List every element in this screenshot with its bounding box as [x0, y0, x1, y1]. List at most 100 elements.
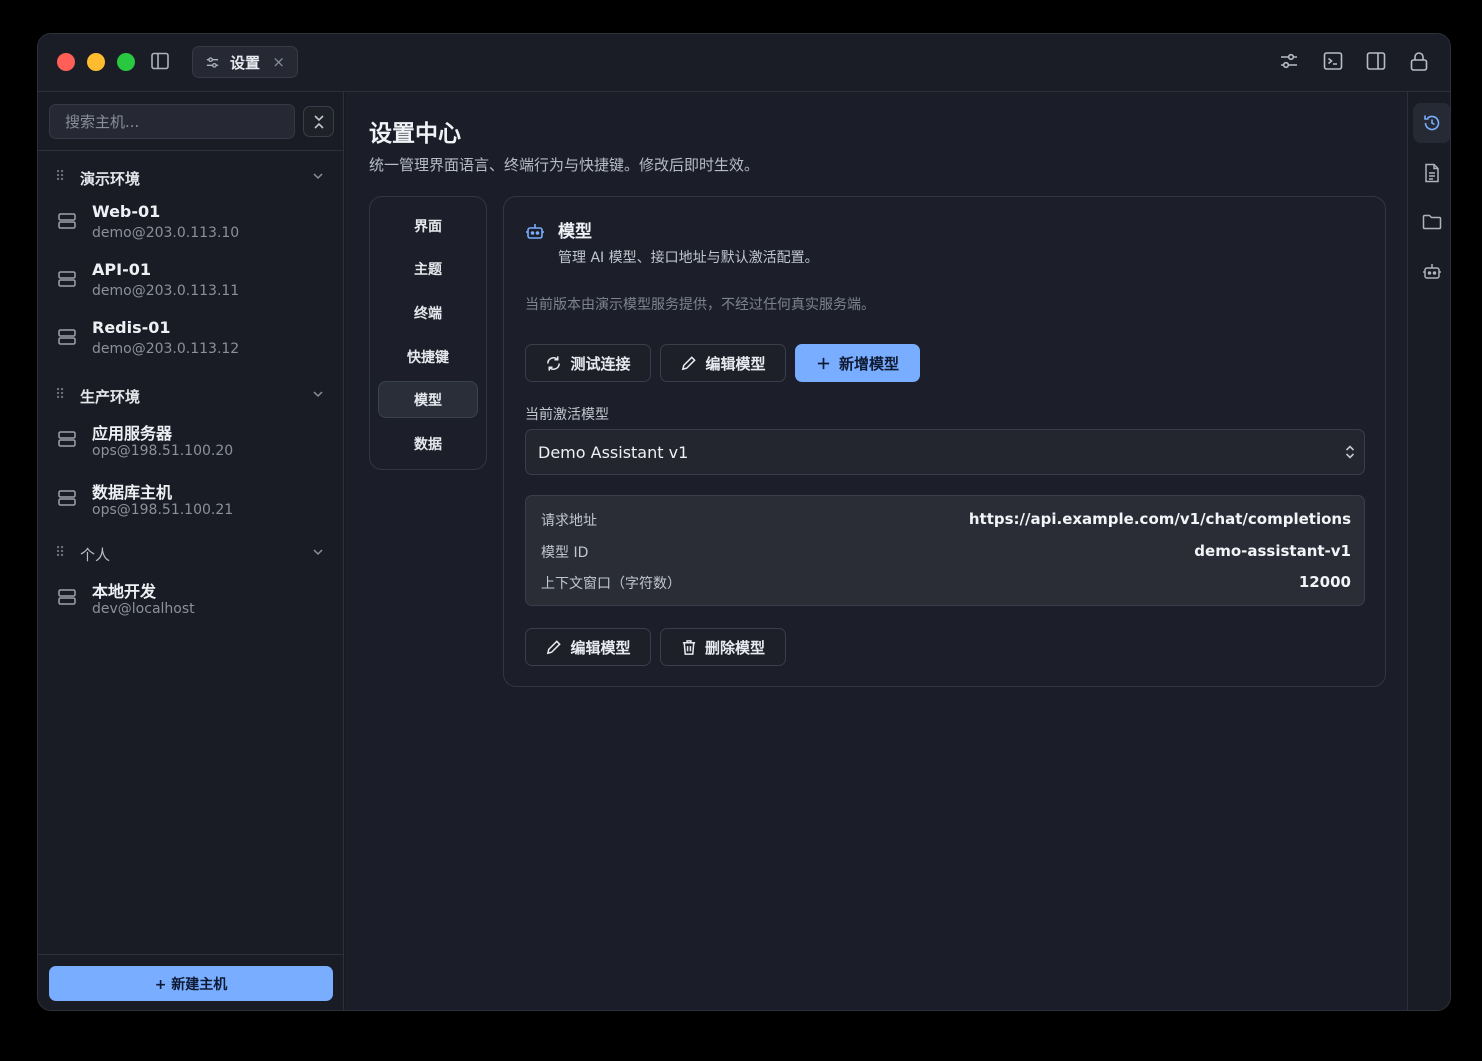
document-icon: [1425, 163, 1439, 183]
server-icon: [58, 431, 76, 447]
button-label: 编辑模型: [705, 354, 766, 373]
host-search[interactable]: [49, 104, 295, 139]
info-value: 12000: [1298, 573, 1351, 591]
info-value: demo-assistant-v1: [1194, 542, 1351, 560]
active-model-select[interactable]: Demo Assistant v1: [525, 429, 1365, 475]
card-title: 模型: [558, 222, 592, 242]
host-item[interactable]: 本地开发 dev@localhost: [38, 576, 344, 626]
model-settings-card: 模型 管理 AI 模型、接口地址与默认激活配置。 当前版本由演示模型服务提供，不…: [503, 196, 1386, 687]
server-icon: [58, 271, 76, 287]
maximize-window-button[interactable]: [117, 53, 135, 71]
collapse-icon: [313, 114, 324, 129]
right-rail: [1407, 92, 1450, 1010]
pencil-icon: [547, 639, 562, 654]
collapse-all-button[interactable]: [303, 106, 334, 137]
button-label: 新增模型: [838, 354, 899, 373]
sidebar-divider: [38, 150, 344, 151]
button-label: 测试连接: [570, 354, 631, 373]
host-name: Web-01: [92, 202, 161, 221]
nav-item-shortcuts[interactable]: 快捷键: [378, 338, 478, 375]
chevron-down-icon[interactable]: [311, 387, 325, 401]
split-panel-icon[interactable]: [1365, 50, 1387, 72]
info-key: 上下文窗口（字符数）: [541, 576, 681, 592]
host-name: Redis-01: [92, 318, 171, 337]
nav-item-theme[interactable]: 主题: [378, 250, 478, 287]
host-address: ops@198.51.100.20: [92, 443, 234, 459]
page-subtitle: 统一管理界面语言、终端行为与快捷键。修改后即时生效。: [369, 156, 760, 174]
host-item[interactable]: API-01 demo@203.0.113.11: [38, 258, 344, 308]
host-address: demo@203.0.113.12: [92, 341, 240, 357]
refresh-icon: [547, 355, 561, 371]
nav-item-model[interactable]: 模型: [378, 381, 478, 418]
group-title: 个人: [80, 546, 111, 564]
terminal-icon[interactable]: [1322, 50, 1344, 72]
server-icon: [58, 490, 76, 506]
host-item[interactable]: 数据库主机 ops@198.51.100.21: [38, 477, 344, 527]
card-subtitle: 管理 AI 模型、接口地址与默认激活配置。: [558, 250, 819, 266]
settings-sliders-icon: [206, 56, 219, 68]
card-note: 当前版本由演示模型服务提供，不经过任何真实服务端。: [525, 297, 875, 313]
add-model-button[interactable]: 新增模型: [795, 344, 920, 382]
group-title: 生产环境: [80, 388, 141, 406]
folder-icon: [1422, 214, 1442, 230]
history-button[interactable]: [1413, 103, 1450, 143]
group-header-demo[interactable]: ⠿ 演示环境: [38, 166, 344, 190]
edit-model-button-secondary[interactable]: 编辑模型: [525, 628, 651, 666]
host-name: 应用服务器: [92, 424, 173, 443]
nav-item-data[interactable]: 数据: [378, 425, 478, 462]
chevron-down-icon[interactable]: [311, 169, 325, 183]
test-connection-button[interactable]: 测试连接: [525, 344, 651, 382]
host-address: ops@198.51.100.21: [92, 502, 234, 518]
trash-icon: [682, 639, 696, 655]
drag-handle-icon[interactable]: ⠿: [55, 169, 65, 185]
host-address: dev@localhost: [92, 601, 195, 617]
sidebar-toggle-icon[interactable]: [150, 51, 170, 71]
info-value: https://api.example.com/v1/chat/completi…: [968, 510, 1351, 528]
search-input[interactable]: [65, 112, 294, 131]
info-row: 请求地址 https://api.example.com/v1/chat/com…: [541, 510, 1351, 532]
chevron-down-icon[interactable]: [311, 545, 325, 559]
delete-model-button[interactable]: 删除模型: [660, 628, 786, 666]
tab-close-icon[interactable]: ×: [272, 53, 285, 71]
close-window-button[interactable]: [57, 53, 75, 71]
nav-item-interface[interactable]: 界面: [378, 207, 478, 244]
new-host-button[interactable]: + 新建主机: [49, 966, 333, 1001]
ai-assistant-button[interactable]: [1413, 251, 1450, 291]
history-icon: [1424, 115, 1440, 131]
model-info-panel: 请求地址 https://api.example.com/v1/chat/com…: [525, 495, 1365, 606]
page-title: 设置中心: [369, 121, 461, 147]
lock-icon[interactable]: [1408, 50, 1430, 72]
info-row: 上下文窗口（字符数） 12000: [541, 573, 1351, 595]
host-address: demo@203.0.113.11: [92, 283, 240, 299]
host-name: 本地开发: [92, 582, 157, 601]
minimize-window-button[interactable]: [87, 53, 105, 71]
server-icon: [58, 213, 76, 229]
plus-icon: [817, 357, 830, 369]
host-item[interactable]: 应用服务器 ops@198.51.100.20: [38, 418, 344, 468]
tab-label: 设置: [230, 53, 261, 72]
host-address: demo@203.0.113.10: [92, 225, 240, 241]
tab-settings[interactable]: 设置 ×: [192, 46, 298, 78]
host-item[interactable]: Redis-01 demo@203.0.113.12: [38, 316, 344, 366]
app-window: 设置 × ⠿ 演示环境: [37, 33, 1451, 1011]
button-label: 编辑模型: [570, 638, 631, 657]
host-item[interactable]: Web-01 demo@203.0.113.10: [38, 200, 344, 250]
titlebar: 设置 ×: [38, 34, 1450, 92]
select-value: Demo Assistant v1: [538, 442, 689, 462]
host-name: 数据库主机: [92, 483, 173, 502]
info-row: 模型 ID demo-assistant-v1: [541, 542, 1351, 564]
folder-button[interactable]: [1413, 202, 1450, 242]
edit-model-button[interactable]: 编辑模型: [660, 344, 786, 382]
group-header-production[interactable]: ⠿ 生产环境: [38, 384, 344, 408]
settings-sliders-icon[interactable]: [1278, 50, 1300, 72]
sidebar-footer-divider: [38, 954, 344, 955]
nav-item-terminal[interactable]: 终端: [378, 294, 478, 331]
server-icon: [58, 589, 76, 605]
document-button[interactable]: [1413, 153, 1450, 193]
drag-handle-icon[interactable]: ⠿: [55, 387, 65, 403]
settings-main: 设置中心 统一管理界面语言、终端行为与快捷键。修改后即时生效。 界面 主题 终端…: [345, 92, 1407, 1010]
robot-icon: [526, 224, 544, 239]
group-header-personal[interactable]: ⠿ 个人: [38, 542, 344, 566]
drag-handle-icon[interactable]: ⠿: [55, 545, 65, 561]
group-title: 演示环境: [80, 170, 141, 188]
